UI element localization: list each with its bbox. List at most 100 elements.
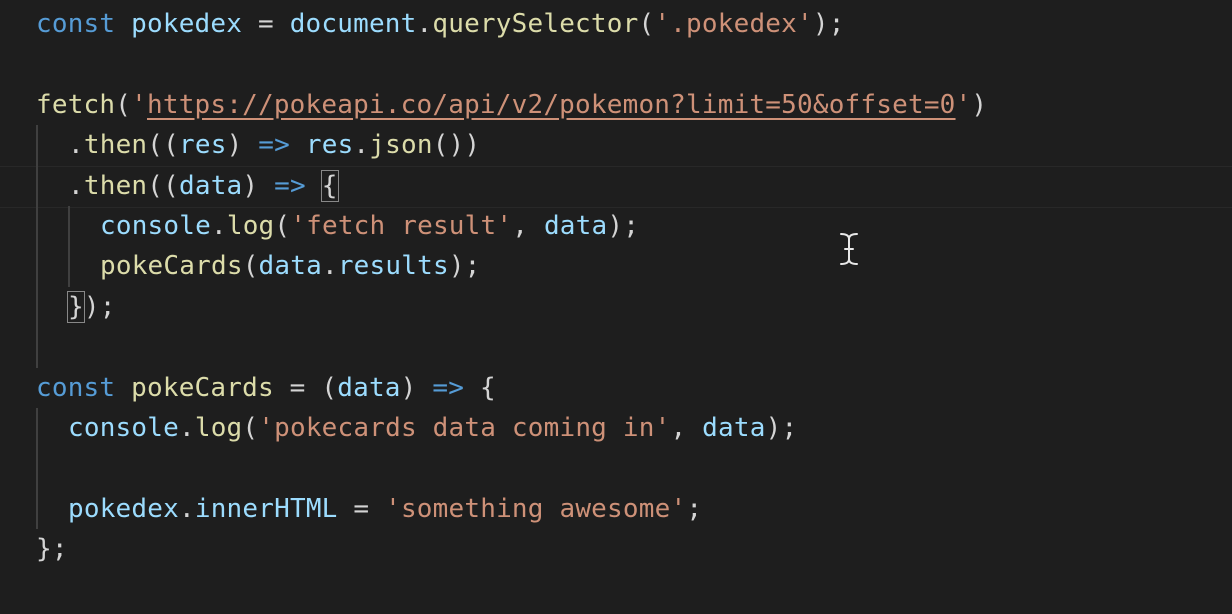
code-token-keyword: =>	[432, 372, 465, 403]
code-token-variable: data	[702, 413, 766, 443]
code-token-variable: console	[68, 413, 179, 443]
code-token-function: then	[83, 130, 148, 161]
code-token-punct: (	[274, 211, 291, 241]
code-token-keyword: =>	[274, 170, 306, 201]
code-token-punct: ())	[432, 130, 481, 161]
code-token-variable: data	[179, 170, 243, 201]
code-token-punct	[115, 9, 131, 39]
code-token-punct: ,	[670, 413, 703, 443]
code-line[interactable]: pokedex.innerHTML = 'something awesome';	[36, 488, 703, 530]
code-token-string: '.pokedex'	[654, 9, 813, 39]
code-token-punct: .	[416, 9, 433, 39]
code-token-function: log	[194, 413, 243, 443]
code-token-keyword: const	[36, 372, 116, 403]
code-line[interactable]: });	[36, 286, 116, 328]
code-line[interactable]: const pokedex = document.querySelector('…	[36, 4, 845, 44]
code-line[interactable]: pokeCards(data.results);	[36, 246, 481, 287]
code-token-function: pokeCards	[131, 372, 274, 403]
text-cursor-icon	[838, 232, 860, 266]
code-token-punct: );	[83, 291, 116, 322]
code-line[interactable]: .then((res) => res.json())	[36, 125, 481, 166]
code-token-punct: )	[400, 372, 433, 403]
code-token-punct: .	[178, 493, 195, 524]
code-token-keyword: const	[36, 9, 116, 39]
code-token-punct: .	[210, 211, 227, 241]
code-token-punct: (	[638, 9, 655, 39]
indent-guide	[36, 408, 38, 449]
indent-guide	[36, 125, 38, 166]
code-token-punct: .	[68, 130, 84, 161]
code-token-punct: )	[971, 89, 988, 120]
code-token-punct: .	[68, 170, 84, 201]
code-token-function: pokeCards	[100, 251, 243, 282]
code-token-string: 'something awesome'	[385, 493, 687, 524]
code-token-punct: ((	[147, 130, 179, 161]
code-token-punct: .	[353, 130, 370, 161]
code-token-string: '	[131, 89, 147, 120]
code-token-punct: ;	[686, 493, 703, 524]
code-token-punct: ,	[512, 211, 544, 241]
code-token-punct: (	[242, 413, 259, 443]
code-line[interactable]	[36, 448, 68, 489]
code-token-punct	[290, 130, 306, 160]
code-token-punct: );	[607, 211, 640, 241]
code-token-string: 'pokecards data coming in'	[258, 413, 671, 443]
code-line[interactable]	[36, 327, 68, 368]
code-token-function: fetch	[36, 89, 116, 120]
code-token-punct: ((	[147, 170, 179, 201]
code-token-variable: res	[179, 130, 227, 161]
code-line[interactable]: const pokeCards = (data) => {	[36, 368, 496, 408]
code-token-punct: {	[464, 372, 496, 403]
code-token-function: querySelector	[432, 9, 639, 39]
code-token-variable: innerHTML	[194, 493, 338, 524]
code-token-keyword: =>	[258, 130, 290, 161]
code-token-punct: )	[226, 130, 259, 161]
indent-guide	[36, 246, 38, 287]
code-token-string: 'fetch result'	[290, 211, 513, 241]
code-token-function: log	[226, 211, 275, 241]
code-token-variable: results	[337, 251, 449, 282]
code-token-bracket: }	[67, 290, 85, 323]
code-token-operator: =	[273, 372, 322, 403]
code-token-operator: =	[337, 493, 386, 524]
code-token-punct: };	[36, 534, 68, 565]
code-token-variable: console	[100, 211, 211, 241]
code-token-operator: =	[242, 9, 290, 39]
code-token-punct: );	[812, 9, 845, 39]
indent-guide	[36, 448, 38, 489]
code-editor[interactable]: const pokedex = document.querySelector('…	[0, 0, 1232, 614]
indent-guide	[68, 246, 70, 287]
code-token-bracket: {	[320, 169, 339, 202]
code-line[interactable]: .then((data) => {	[36, 165, 339, 206]
code-token-punct: (	[321, 372, 338, 403]
code-token-punct: )	[242, 170, 275, 201]
code-line[interactable]: console.log('pokecards data coming in', …	[36, 408, 798, 449]
code-line[interactable]: console.log('fetch result', data);	[36, 206, 640, 247]
indent-guide	[36, 165, 38, 206]
code-token-punct: );	[448, 251, 481, 282]
code-token-punct	[115, 373, 131, 403]
code-token-punct	[306, 171, 322, 201]
code-token-function: json	[369, 130, 433, 161]
code-token-variable: data	[543, 211, 608, 241]
code-token-punct: (	[242, 251, 259, 282]
code-token-variable: res	[305, 130, 354, 161]
code-token-string: '	[955, 89, 972, 120]
code-token-variable: data	[337, 372, 401, 403]
code-token-punct: .	[178, 413, 195, 443]
code-token-punct: .	[321, 251, 338, 282]
code-line[interactable]: fetch('https://pokeapi.co/api/v2/pokemon…	[36, 85, 987, 125]
code-token-punct: );	[765, 413, 798, 443]
indent-guide	[36, 206, 38, 247]
code-token-variable: pokedex	[131, 9, 243, 39]
code-line[interactable]: };	[36, 529, 68, 569]
code-token-variable: data	[258, 251, 322, 282]
code-token-url: https://pokeapi.co/api/v2/pokemon?limit=…	[147, 89, 956, 120]
indent-guide	[36, 286, 38, 328]
code-token-punct: (	[115, 89, 132, 120]
indent-guide	[36, 488, 38, 530]
code-token-variable: pokedex	[68, 493, 179, 524]
code-token-variable: document	[289, 9, 417, 39]
indent-guide	[36, 327, 38, 368]
code-token-function: then	[83, 170, 148, 201]
